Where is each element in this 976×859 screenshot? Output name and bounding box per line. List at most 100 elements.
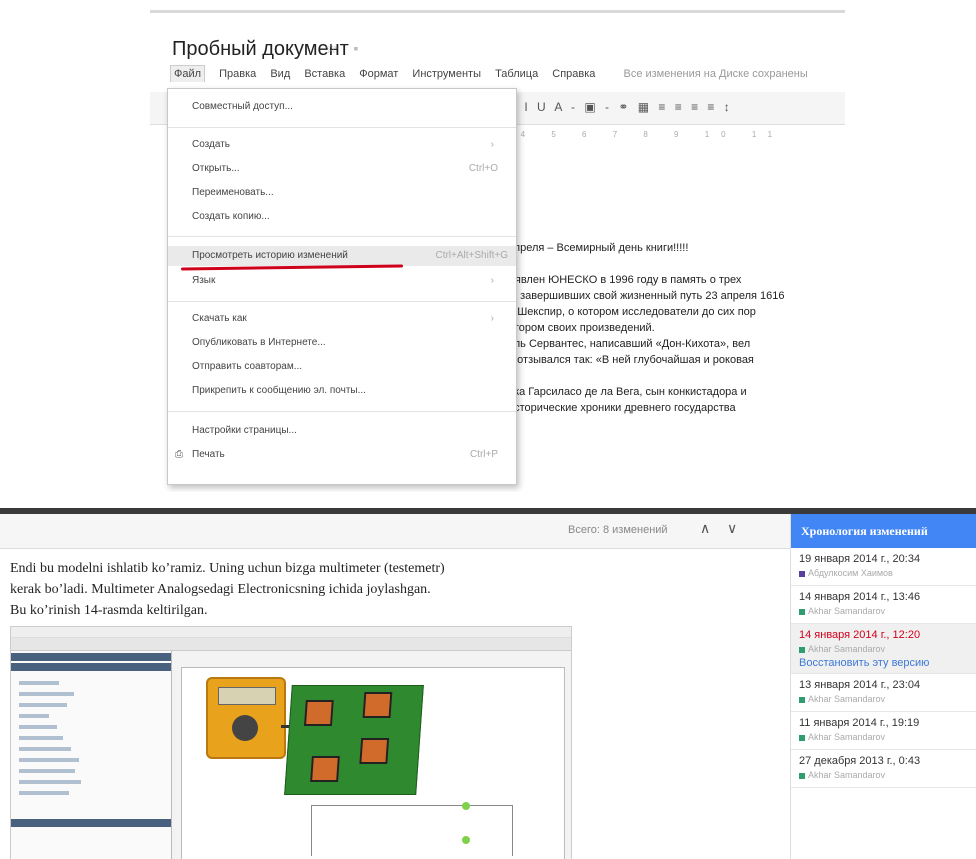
menu-separator [168, 301, 516, 302]
ruler: 3 4 5 6 7 8 9 10 11 [490, 130, 785, 139]
revision-date: 27 декабря 2013 г., 0:43 [799, 755, 921, 767]
sim-tree-item [19, 780, 81, 784]
doc-line: ъявлен ЮНЕСКО в 1996 году в память о тре… [508, 274, 742, 286]
multimeter-image [206, 677, 286, 759]
menu-item-rename[interactable]: Переименовать... [192, 187, 506, 203]
doc-line [508, 368, 845, 384]
document-body[interactable]: Endi bu modelni ishlatib ko’ramiz. Uning… [10, 558, 580, 621]
sim-panel-header [11, 653, 171, 661]
menu-view[interactable]: Вид [270, 68, 290, 80]
shortcut-label: Ctrl+O [468, 163, 498, 174]
schematic-node [462, 836, 470, 844]
menu-item-publish[interactable]: Опубликовать в Интернете... [192, 337, 506, 353]
revision-author: Абдулкосим Хаимов [799, 568, 976, 578]
menu-table[interactable]: Таблица [495, 68, 538, 80]
menu-item-label: Переименовать... [192, 187, 274, 198]
menu-item-language[interactable]: Язык › [192, 275, 506, 291]
save-status[interactable]: Все изменения на Диске сохранены [623, 68, 807, 80]
doc-line: апреля – Всемирный день книги!!!!! [508, 242, 689, 254]
menu-item-page-setup[interactable]: Настройки страницы... [192, 425, 506, 441]
doc-line: исторические хроники древнего государств… [508, 402, 736, 414]
menu-item-open[interactable]: Открыть... Ctrl+O [192, 163, 506, 179]
doc-line: ель Сервантес, написавший «Дон-Кихота», … [508, 338, 751, 350]
sim-tree-item [19, 747, 71, 751]
menu-edit[interactable]: Правка [219, 68, 256, 80]
revision-item-selected[interactable]: 14 января 2014 г., 12:20 Akhar Samandaro… [791, 624, 976, 674]
menubar: Файл Правка Вид Вставка Формат Инструмен… [170, 65, 845, 86]
chevron-up-icon[interactable]: ∧ [700, 520, 710, 537]
multimeter-dial [232, 715, 258, 741]
doc-line: отором своих произведений. [508, 322, 655, 334]
menu-separator [168, 127, 516, 128]
menu-item-print[interactable]: ⎙ Печать Ctrl+P [175, 449, 506, 465]
board-chip [303, 700, 334, 726]
revision-item[interactable]: 13 января 2014 г., 23:04 Akhar Samandaro… [791, 674, 976, 712]
author-name: Akhar Samandarov [808, 644, 886, 654]
revision-item[interactable]: 11 января 2014 г., 19:19 Akhar Samandaro… [791, 712, 976, 750]
sim-tree [19, 681, 81, 802]
menu-item-label: Создать [192, 139, 231, 150]
revision-date: 13 января 2014 г., 23:04 [799, 679, 921, 691]
revision-author: Akhar Samandarov [799, 606, 976, 616]
menu-item-share[interactable]: Совместный доступ... [192, 101, 506, 117]
menu-item-attach-email[interactable]: Прикрепить к сообщению эл. почты... [192, 385, 506, 401]
doc-line: kerak bo’ladi. Multimeter Analogsedagi E… [10, 582, 431, 597]
menu-item-make-copy[interactable]: Создать копию... [192, 211, 506, 227]
sim-tree-item [19, 758, 79, 762]
document-body[interactable]: апреля – Всемирный день книги!!!!! ъявле… [508, 240, 845, 416]
docs-screenshot-top: Пробный документ ☆ ▪ Файл Правка Вид Вст… [150, 0, 845, 492]
author-name: Akhar Samandarov [808, 732, 886, 742]
menu-item-label: Опубликовать в Интернете... [192, 337, 326, 348]
window-top-border [150, 10, 845, 13]
revision-date: 14 января 2014 г., 12:20 [799, 629, 921, 641]
menu-item-view-history[interactable]: Просмотреть историю изменений Ctrl+Alt+S… [168, 246, 516, 266]
revision-toolbar: Всего: 8 изменений ∧ ∨ [0, 514, 790, 549]
author-color-swatch [799, 570, 805, 577]
circuit-board-image [284, 685, 424, 795]
document-title[interactable]: Пробный документ [172, 38, 349, 61]
author-color-swatch [799, 696, 805, 703]
menu-help[interactable]: Справка [552, 68, 595, 80]
multimeter-display [218, 687, 276, 705]
author-name: Akhar Samandarov [808, 694, 886, 704]
menu-item-label: Открыть... [192, 163, 240, 174]
revision-item[interactable]: 14 января 2014 г., 13:46 Akhar Samandaro… [791, 586, 976, 624]
author-name: Akhar Samandarov [808, 770, 886, 780]
submenu-arrow-icon: › [490, 275, 494, 286]
author-color-swatch [799, 608, 805, 615]
menu-item-label: Отправить соавторам... [192, 361, 303, 372]
board-chip [310, 756, 340, 782]
restore-version-link[interactable]: Восстановить эту версию [799, 657, 976, 669]
sim-tree-item [19, 791, 69, 795]
menu-tools[interactable]: Инструменты [412, 68, 481, 80]
menu-item-email-collaborators[interactable]: Отправить соавторам... [192, 361, 506, 377]
menu-item-download-as[interactable]: Скачать как › [192, 313, 506, 329]
menu-file[interactable]: Файл [170, 65, 206, 82]
file-menu-dropdown: Совместный доступ... Создать › Открыть..… [167, 88, 517, 485]
board-chip [362, 692, 393, 718]
formatting-tools[interactable]: B I U A - ▣ - ⚭ ▦ ≡ ≡ ≡ ≡ ↕ [507, 100, 733, 114]
menu-format[interactable]: Формат [359, 68, 398, 80]
doc-line: я, завершивших свой жизненный путь 23 ап… [508, 290, 785, 302]
menu-insert[interactable]: Вставка [304, 68, 345, 80]
menu-item-create[interactable]: Создать › [192, 139, 506, 155]
schematic-diagram [311, 802, 513, 856]
menu-item-label: Печать [192, 449, 225, 460]
revision-author: Akhar Samandarov [799, 732, 976, 742]
changes-total: Всего: 8 изменений [568, 524, 668, 536]
menu-item-label: Язык [192, 275, 216, 286]
sim-tree-item [19, 736, 63, 740]
menu-item-label: Скачать как [192, 313, 247, 324]
star-folder-icon[interactable]: ☆ ▪ [325, 40, 364, 57]
revision-date: 19 января 2014 г., 20:34 [799, 553, 921, 565]
revision-item[interactable]: 19 января 2014 г., 20:34 Абдулкосим Хаим… [791, 548, 976, 586]
sim-left-panel [11, 651, 172, 859]
sim-toolbar [11, 638, 571, 651]
revision-item[interactable]: 27 декабря 2013 г., 0:43 Akhar Samandaro… [791, 750, 976, 788]
sim-tree-item [19, 714, 49, 718]
sim-tree-item [19, 725, 57, 729]
revision-author: Akhar Samandarov [799, 644, 976, 654]
chevron-down-icon[interactable]: ∨ [727, 520, 737, 537]
author-name: Akhar Samandarov [808, 606, 886, 616]
shortcut-label: Ctrl+Alt+Shift+G [435, 250, 508, 261]
